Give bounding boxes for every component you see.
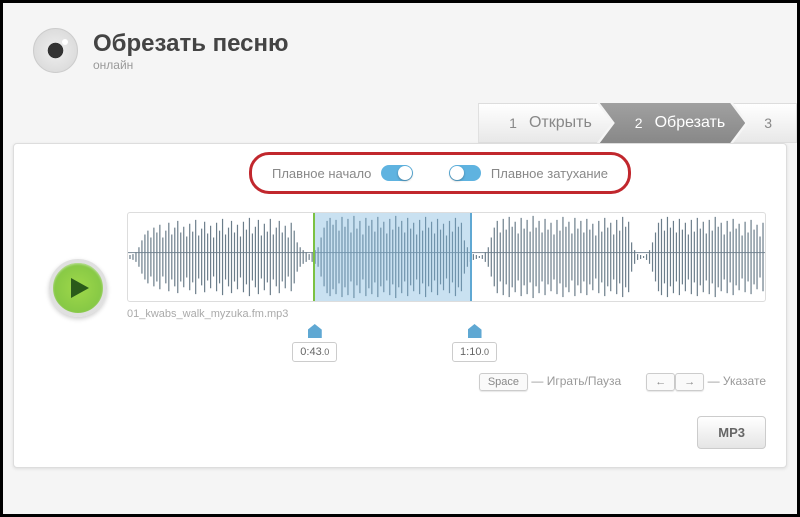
app-subtitle: онлайн — [93, 58, 289, 72]
vinyl-logo-icon — [33, 28, 78, 73]
play-button[interactable] — [49, 259, 107, 317]
filename-label: 01_kwabs_walk_myzuka.fm.mp3 — [127, 308, 766, 320]
keyboard-hints: Space — Играть/Пауза ←→ — Указате — [14, 374, 786, 398]
space-key-icon: Space — [479, 373, 528, 391]
fade-in-label: Плавное начало — [272, 166, 371, 181]
playhead[interactable]: 0:43.0 — [313, 212, 315, 301]
arrow-right-key-icon: → — [675, 373, 704, 391]
step-open[interactable]: 1 Открыть — [478, 103, 612, 143]
end-handle[interactable]: 1:10.0 — [452, 324, 497, 362]
waveform[interactable]: 0:43.0 — [127, 212, 766, 302]
format-button[interactable]: MP3 — [697, 416, 766, 449]
step-tabs: 1 Открыть 2 Обрезать 3 — [3, 103, 797, 143]
selection-region[interactable] — [313, 213, 472, 301]
editor-panel: Плавное начало Плавное затухание — [13, 143, 787, 468]
play-icon — [71, 278, 89, 298]
fade-out-toggle[interactable] — [449, 165, 481, 181]
app-title: Обрезать песню — [93, 30, 289, 58]
fade-controls: Плавное начало Плавное затухание — [249, 152, 631, 194]
arrow-left-key-icon: ← — [646, 373, 675, 391]
start-handle[interactable]: 0:43.0 — [292, 324, 337, 362]
app-header: Обрезать песню онлайн — [3, 3, 797, 88]
fade-in-toggle[interactable] — [381, 165, 413, 181]
fade-out-label: Плавное затухание — [491, 166, 608, 181]
step-cut[interactable]: 2 Обрезать — [600, 103, 745, 143]
